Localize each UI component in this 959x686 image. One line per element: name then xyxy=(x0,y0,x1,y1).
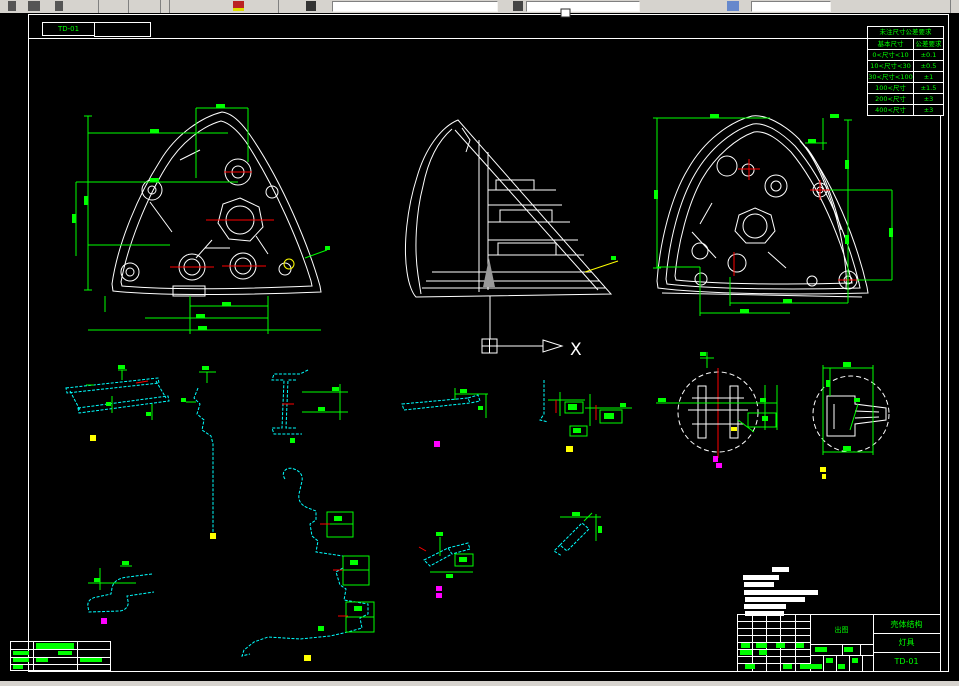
detail-circle-left xyxy=(656,352,778,468)
bottom-chrome-strip xyxy=(0,681,959,686)
detail-label-magenta xyxy=(434,441,440,447)
toolbar-icon[interactable] xyxy=(55,1,63,11)
toolbar-separator xyxy=(160,0,161,13)
detail-label-yellow xyxy=(210,533,216,539)
tolerance-col-tol: 公差要求 xyxy=(915,40,942,48)
toolbar-icon[interactable] xyxy=(513,1,523,11)
title-block-entries xyxy=(740,643,858,669)
toolbar-separator xyxy=(128,0,129,13)
toolbar-icon[interactable] xyxy=(8,1,16,11)
toolbar-separator xyxy=(169,0,170,13)
rear-view-dimensions xyxy=(72,104,330,334)
detail-label-yellow xyxy=(566,446,573,452)
toolbar-separator xyxy=(278,0,279,13)
tolerance-row: 0<尺寸<10 ±0.1 xyxy=(868,49,943,60)
side-view-leader xyxy=(584,256,619,273)
section-detail-mid-cluster xyxy=(539,380,632,452)
section-detail-diagonal-small xyxy=(418,532,474,598)
margin-table xyxy=(10,641,111,671)
tolerance-table-title: 未注尺寸公差要求 xyxy=(879,28,932,36)
rear-view xyxy=(111,111,322,297)
tolerance-row: 100<尺寸<200 ±1.5 xyxy=(868,82,943,93)
sheet-frame xyxy=(28,14,949,672)
layer-dropdown[interactable] xyxy=(332,1,498,12)
detail-label-yellow xyxy=(820,467,826,472)
tolerance-col-size: 基本尺寸 xyxy=(868,39,914,49)
section-detail-long-profile xyxy=(241,467,375,661)
cad-application-window: X TD-01 未注尺寸公差要求 基本尺寸 公差要求 0<尺寸<10 ±0.1 … xyxy=(0,0,959,686)
section-detail-slanted-channel xyxy=(65,365,170,441)
technical-notes xyxy=(743,567,818,616)
titleblock-product-name: 壳体结构 xyxy=(890,619,923,629)
detail-label-magenta xyxy=(101,618,107,624)
section-detail-c-channel xyxy=(271,369,348,443)
section-detail-drop-bracket xyxy=(181,366,216,539)
tolerance-row: 10<尺寸<30 ±0.5 xyxy=(868,60,943,71)
ucs-x-axis-label: X xyxy=(570,340,582,360)
rear-view-centerlines xyxy=(170,171,274,268)
detail-label-magenta xyxy=(716,463,722,468)
sheet-code-box: TD-01 xyxy=(42,22,95,36)
detail-circle-right xyxy=(812,362,890,479)
tolerance-row: 30<尺寸<100 ±1 xyxy=(868,71,943,82)
color-dropdown[interactable] xyxy=(526,1,640,12)
front-view xyxy=(656,115,869,298)
front-view-centerlines xyxy=(733,159,858,290)
toolbar-icon[interactable] xyxy=(28,1,40,11)
linetype-icon[interactable] xyxy=(727,1,739,11)
detail-label-magenta xyxy=(436,586,442,591)
section-detail-bottom-left xyxy=(87,561,155,624)
section-detail-flat-channel xyxy=(401,388,488,447)
detail-label-yellow xyxy=(822,474,826,479)
side-view xyxy=(405,119,613,298)
linetype-dropdown[interactable] xyxy=(751,1,831,12)
sheet-code-label: TD-01 xyxy=(57,25,80,33)
section-detail-diagonal-bracket xyxy=(553,512,602,557)
drawing-canvas[interactable]: X xyxy=(0,0,959,686)
detail-label-yellow xyxy=(90,435,96,441)
detail-label-yellow xyxy=(304,655,311,661)
titleblock-release-state: 出图 xyxy=(834,625,849,634)
titleblock-category: 灯具 xyxy=(898,638,915,647)
toolbar-icon[interactable] xyxy=(306,1,316,11)
tolerance-row: 400<尺寸<1000 ±3 xyxy=(868,104,943,115)
detail-label-magenta xyxy=(713,456,718,462)
titleblock-drawing-number: TD-01 xyxy=(894,657,919,666)
front-view-dimensions xyxy=(653,114,893,316)
paint-icon[interactable] xyxy=(233,1,244,11)
tolerance-row: 200<尺寸<400 ±3 xyxy=(868,93,943,104)
toolbar-separator xyxy=(98,0,99,13)
tolerance-table: 未注尺寸公差要求 基本尺寸 公差要求 0<尺寸<10 ±0.1 10<尺寸<30… xyxy=(867,26,944,116)
ucs-icon: X xyxy=(481,296,582,360)
toolbar xyxy=(0,0,959,13)
toolbar-separator xyxy=(950,0,951,13)
detail-label-magenta xyxy=(436,593,442,598)
